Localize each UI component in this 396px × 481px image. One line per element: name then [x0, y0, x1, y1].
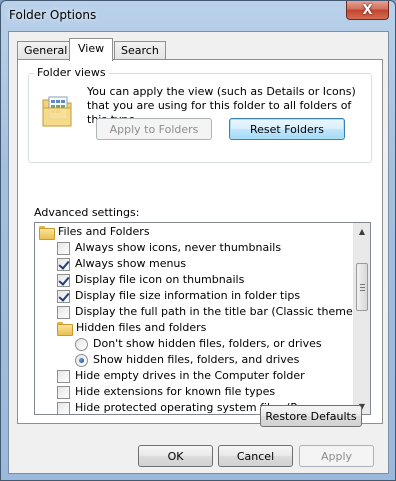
option-label: Show hidden files, folders, and drives — [93, 353, 300, 366]
tree-folder-files-and-folders[interactable]: Files and Folders — [39, 224, 150, 240]
option-always-show-icons[interactable]: Always show icons, never thumbnails — [57, 240, 281, 256]
option-hide-extensions[interactable]: Hide extensions for known file types — [57, 384, 275, 400]
checkbox[interactable] — [57, 385, 70, 399]
tree-item-label: Hidden files and folders — [76, 321, 207, 334]
tab-search[interactable]: Search — [114, 41, 166, 60]
option-show-hidden[interactable]: Show hidden files, folders, and drives — [75, 352, 299, 368]
advanced-settings-items: Files and Folders Always show icons, nev… — [35, 223, 353, 414]
apply-to-folders-button[interactable]: Apply to Folders — [96, 118, 212, 140]
tab-view[interactable]: View — [69, 38, 114, 61]
radio-button[interactable] — [75, 353, 88, 367]
option-display-file-size-in-tips[interactable]: Display file size information in folder … — [57, 288, 300, 304]
folder-icon — [39, 226, 55, 240]
option-label: Display file icon on thumbnails — [75, 273, 245, 286]
tab-general[interactable]: General — [17, 41, 75, 60]
option-always-show-menus[interactable]: Always show menus — [57, 256, 186, 272]
tree-folder-hidden-files[interactable]: Hidden files and folders — [57, 320, 206, 336]
ok-button[interactable]: OK — [138, 445, 213, 467]
checkbox[interactable] — [57, 257, 70, 271]
title-bar[interactable]: Folder Options X — [1, 1, 395, 31]
checkbox[interactable] — [57, 273, 70, 287]
advanced-settings-tree[interactable]: Files and Folders Always show icons, nev… — [34, 222, 371, 415]
window-title: Folder Options — [9, 8, 97, 22]
folder-views-label: Folder views — [34, 66, 109, 79]
option-hide-empty-drives[interactable]: Hide empty drives in the Computer folder — [57, 368, 305, 384]
option-label: Hide extensions for known file types — [75, 385, 276, 398]
checkbox[interactable] — [57, 289, 70, 303]
radio-button[interactable] — [75, 337, 88, 351]
folder-icon — [57, 322, 73, 336]
advanced-settings-label: Advanced settings: — [34, 206, 140, 219]
option-display-full-path[interactable]: Display the full path in the title bar (… — [57, 304, 353, 320]
option-label: Don't show hidden files, folders, or dri… — [93, 337, 322, 350]
vertical-scrollbar[interactable]: ▲ ▼ — [353, 223, 370, 414]
apply-button[interactable]: Apply — [299, 445, 374, 467]
option-display-file-icon-on-thumbnails[interactable]: Display file icon on thumbnails — [57, 272, 244, 288]
option-label: Always show menus — [75, 257, 187, 270]
checkbox[interactable] — [57, 305, 70, 319]
tree-item-label: Files and Folders — [58, 225, 150, 238]
scroll-thumb[interactable] — [356, 263, 368, 311]
folder-options-window: Folder Options X General View Search Fol… — [0, 0, 396, 481]
cancel-button[interactable]: Cancel — [218, 445, 293, 467]
close-button[interactable]: X — [346, 1, 389, 20]
option-label: Hide empty drives in the Computer folder — [75, 369, 305, 382]
option-label: Always show icons, never thumbnails — [75, 241, 282, 254]
reset-folders-button[interactable]: Reset Folders — [229, 118, 345, 140]
checkbox[interactable] — [57, 401, 70, 414]
checkbox[interactable] — [57, 369, 70, 383]
option-label: Display the full path in the title bar (… — [75, 305, 353, 318]
option-dont-show-hidden[interactable]: Don't show hidden files, folders, or dri… — [75, 336, 322, 352]
checkbox[interactable] — [57, 241, 70, 255]
folder-views-group: Folder views You can apply the view (suc… — [28, 66, 372, 163]
folder-view-icon — [42, 96, 72, 127]
dialog-client-area: General View Search Folder views You can… — [8, 31, 389, 474]
close-icon: X — [362, 2, 373, 18]
option-label: Display file size information in folder … — [75, 289, 301, 302]
restore-defaults-button[interactable]: Restore Defaults — [260, 405, 362, 427]
scroll-up-arrow-icon[interactable]: ▲ — [354, 223, 370, 239]
view-tab-panel: Folder views You can apply the view (suc… — [17, 59, 383, 427]
